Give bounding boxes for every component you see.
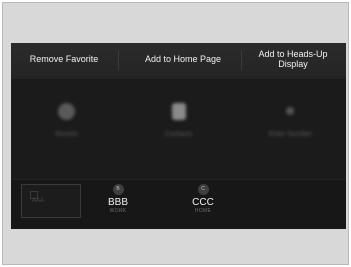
tile-contacts: Contacts [123,79,234,179]
remove-favorite-button[interactable]: Remove Favorite [23,43,105,77]
display-screen: Remove Favorite Add to Home Page Add to … [11,43,346,229]
favorite-ccc[interactable]: C CCC HOME [178,184,228,222]
favorite-bbb-name: BBB [107,197,128,208]
tile-label: Recent [55,131,78,138]
favorites-bar: AAA B BBB WORK C CCC HOME [11,179,346,229]
add-to-heads-up-display-button[interactable]: Add to Heads-Up Display [245,43,341,77]
menu-divider [118,51,119,71]
favorite-bbb[interactable]: B BBB WORK [93,184,143,222]
favorite-aaa-label: AAA [32,198,45,204]
tile-label: Enter Number [268,131,313,138]
tile-label: Contacts [164,131,193,138]
context-menu-bar: Remove Favorite Add to Home Page Add to … [11,43,346,79]
figure-frame: Remove Favorite Add to Home Page Add to … [2,2,349,265]
add-to-home-page-label: Add to Home Page [144,54,222,64]
circle-icon [58,103,75,120]
favorite-ccc-sub: HOME [194,208,212,214]
favorite-bbb-sub: WORK [109,208,127,214]
tile-recent: Recent [11,79,122,179]
background-tiles: Recent Contacts Enter Number [11,79,346,179]
favorite-ccc-badge: C [197,184,209,195]
favorite-bbb-badge: B [112,184,124,195]
favorite-aaa[interactable]: AAA [21,184,81,218]
hud-label-line1: Add to Heads-Up [258,49,328,59]
menu-divider [241,51,242,71]
dot-icon [286,107,294,115]
remove-favorite-label: Remove Favorite [29,54,99,64]
contacts-icon [172,103,186,120]
hud-label-line2: Display [278,59,308,69]
add-to-home-page-button[interactable]: Add to Home Page [131,43,235,77]
add-to-heads-up-display-label: Add to Heads-Up Display [258,49,327,69]
favorite-ccc-name: CCC [192,197,214,208]
tile-enter-number: Enter Number [235,79,346,179]
